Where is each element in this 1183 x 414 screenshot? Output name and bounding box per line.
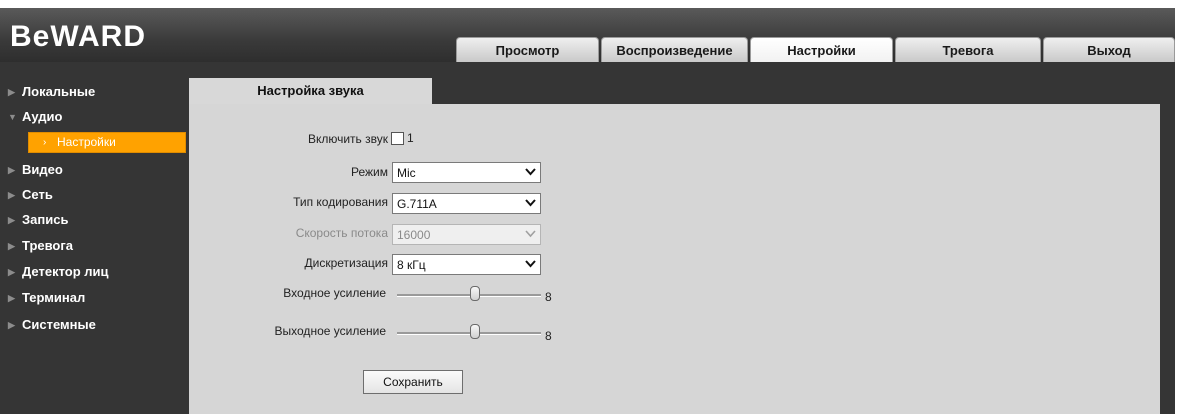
input-gain-slider-thumb[interactable] (470, 286, 480, 301)
content-right-border (1160, 104, 1175, 414)
triangle-right-icon: ▶ (8, 165, 15, 175)
tab-label: Тревога (942, 43, 994, 58)
sidebar-item-network[interactable]: ▶ Сеть (0, 183, 189, 207)
input-gain-value: 8 (545, 290, 552, 304)
header-bar: BeWARD Просмотр Воспроизведение Настройк… (0, 8, 1175, 62)
mode-select[interactable]: Mic (392, 162, 541, 183)
enable-audio-checkbox[interactable] (391, 132, 404, 145)
tab-label: Просмотр (495, 43, 560, 58)
sampling-label: Дискретизация (304, 256, 388, 270)
bitrate-select: 16000 (392, 224, 541, 245)
tab-settings[interactable]: Настройки (750, 37, 893, 62)
app-window: BeWARD Просмотр Воспроизведение Настройк… (0, 0, 1183, 414)
triangle-right-icon: ▶ (8, 267, 15, 277)
chevron-down-icon (525, 230, 536, 238)
input-gain-label: Входное усиление (283, 286, 386, 300)
sidebar-item-label: Сеть (22, 187, 53, 202)
enable-audio-note: 1 (407, 131, 414, 145)
enable-audio-label: Включить звук (307, 132, 388, 146)
output-gain-slider-thumb[interactable] (470, 324, 480, 339)
chevron-right-icon: › (43, 137, 47, 148)
triangle-right-icon: ▶ (8, 215, 15, 225)
mode-label: Режим (351, 165, 388, 179)
tab-label: Настройки (787, 43, 856, 58)
output-gain-label: Выходное усиление (274, 324, 386, 338)
save-button[interactable]: Сохранить (363, 370, 463, 394)
triangle-right-icon: ▶ (8, 241, 15, 251)
sidebar-item-label: Аудио (22, 109, 63, 124)
triangle-right-icon: ▶ (8, 293, 15, 303)
chevron-down-icon (525, 260, 536, 268)
sidebar-item-alarm[interactable]: ▶ Тревога (0, 234, 189, 258)
encoding-select[interactable]: G.711A (392, 193, 541, 214)
sidebar-item-terminal[interactable]: ▶ Терминал (0, 286, 189, 310)
triangle-right-icon: ▶ (8, 87, 15, 97)
output-gain-slider-track[interactable] (397, 332, 541, 335)
sidebar-item-video[interactable]: ▶ Видео (0, 158, 189, 182)
sampling-value: 8 кГц (397, 258, 426, 272)
input-gain-slider-track[interactable] (397, 294, 541, 297)
beward-logo: BeWARD (10, 20, 147, 53)
sidebar-item-label: Системные (22, 317, 96, 332)
bitrate-value: 16000 (397, 228, 431, 242)
tab-label: Выход (1087, 43, 1131, 58)
sidebar-subitem-settings[interactable]: › Настройки (28, 132, 186, 153)
triangle-down-icon: ▼ (8, 112, 17, 122)
sampling-select[interactable]: 8 кГц (392, 254, 541, 275)
sidebar-item-record[interactable]: ▶ Запись (0, 208, 189, 232)
sidebar-item-face-detector[interactable]: ▶ Детектор лиц (0, 260, 189, 284)
sidebar-item-system[interactable]: ▶ Системные (0, 313, 189, 337)
sidebar-item-label: Видео (22, 162, 63, 177)
output-gain-value: 8 (545, 329, 552, 343)
triangle-right-icon: ▶ (8, 190, 15, 200)
tab-alarm[interactable]: Тревога (895, 37, 1041, 62)
sidebar-item-audio[interactable]: ▼ Аудио (0, 105, 189, 129)
tab-view[interactable]: Просмотр (456, 37, 599, 62)
sidebar-item-label: Тревога (22, 238, 74, 253)
tab-label: Воспроизведение (616, 43, 733, 58)
encoding-label: Тип кодирования (293, 195, 388, 209)
tab-playback[interactable]: Воспроизведение (601, 37, 748, 62)
chevron-down-icon (525, 199, 536, 207)
triangle-right-icon: ▶ (8, 320, 15, 330)
tab-logout[interactable]: Выход (1043, 37, 1175, 62)
chevron-down-icon (525, 168, 536, 176)
mode-value: Mic (397, 166, 416, 180)
sidebar-subitem-label: Настройки (57, 135, 116, 149)
bitrate-label: Скорость потока (295, 226, 388, 240)
sidebar-item-label: Запись (22, 212, 69, 227)
section-tab-audio-settings[interactable]: Настройка звука (189, 78, 432, 104)
sidebar-item-label: Терминал (22, 290, 86, 305)
encoding-value: G.711A (397, 197, 437, 211)
sidebar-item-local[interactable]: ▶ Локальные (0, 80, 189, 104)
sidebar-item-label: Локальные (22, 84, 96, 99)
sidebar-item-label: Детектор лиц (22, 264, 109, 279)
